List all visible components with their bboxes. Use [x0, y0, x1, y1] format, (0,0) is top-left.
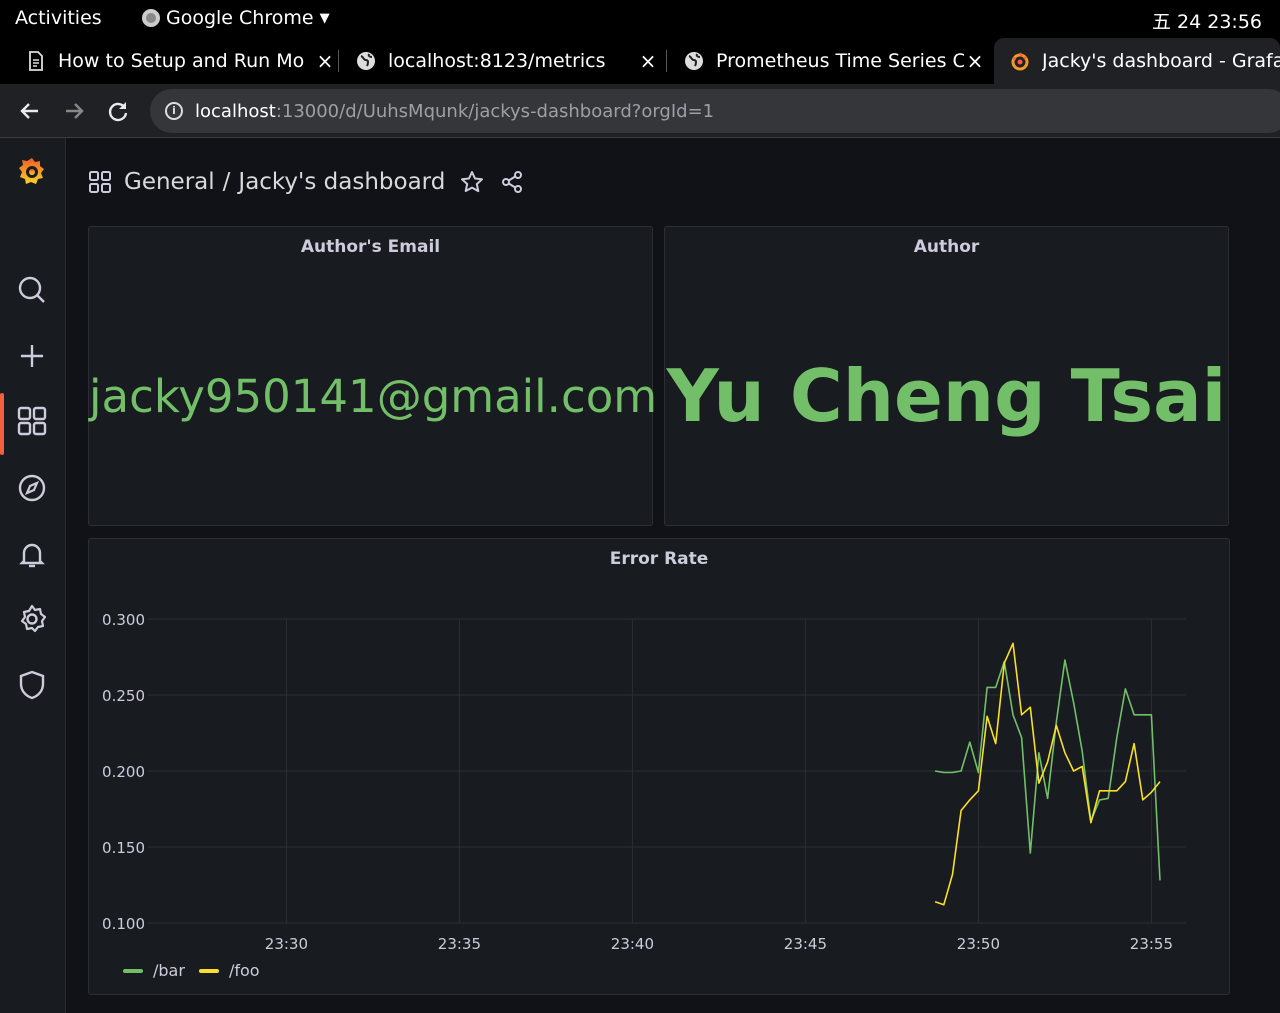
- url-path: :13000/d/UuhsMqunk/jackys-dashboard?orgI…: [275, 100, 715, 122]
- error-rate-chart[interactable]: 0.100 0.150 0.200 0.250 0.300 23:30 23:35 23:40…: [89, 539, 1229, 994]
- globe-icon: [685, 52, 703, 70]
- gear-icon[interactable]: [15, 602, 49, 636]
- x-tick-label: 23:55: [1130, 935, 1173, 953]
- panel-title[interactable]: Author's Email: [89, 237, 652, 257]
- browser-tab-active[interactable]: Jacky's dashboard - Grafa: [994, 38, 1280, 84]
- url-host: localhost: [195, 100, 276, 122]
- email-stat-panel[interactable]: Author's Email jacky950141@gmail.com: [88, 226, 658, 526]
- browser-toolbar: i localhost:13000/d/UuhsMqunk/jackys-das…: [0, 84, 1280, 138]
- clock[interactable]: 五 24 23:56: [1152, 7, 1262, 34]
- chrome-icon: [142, 9, 160, 27]
- tab-title: How to Setup and Run Mo: [58, 50, 305, 72]
- chevron-down-icon: ▼: [319, 10, 330, 26]
- browser-tab[interactable]: localhost:8123/metrics ×: [356, 38, 659, 84]
- dashboard-header: General / Jacky's dashboard: [88, 160, 525, 204]
- legend-label: /bar: [153, 961, 185, 980]
- x-tick-label: 23:40: [611, 935, 654, 953]
- x-tick-label: 23:50: [957, 935, 1000, 953]
- arrow-right-icon: [66, 103, 84, 119]
- y-tick-label: 0.200: [102, 763, 145, 781]
- forward-button[interactable]: [59, 96, 89, 126]
- globe-icon: [357, 52, 375, 70]
- breadcrumb-separator: /: [222, 169, 231, 195]
- tab-divider: [666, 50, 667, 72]
- legend-item-foo[interactable]: /foo: [198, 961, 260, 980]
- back-button[interactable]: [15, 96, 45, 126]
- legend-swatch: [123, 968, 143, 973]
- author-stat-value: Yu Cheng Tsai: [666, 354, 1227, 438]
- grafana-logo-icon[interactable]: [15, 154, 49, 188]
- tab-strip: How to Setup and Run Mo × localhost:8123…: [0, 38, 1280, 84]
- y-tick-label: 0.150: [102, 839, 145, 857]
- author-stat-panel[interactable]: Author Yu Cheng Tsai: [664, 226, 1229, 526]
- legend-item-bar[interactable]: /bar: [123, 961, 185, 980]
- x-tick-label: 23:45: [784, 935, 827, 953]
- email-stat-value: jacky950141@gmail.com: [89, 370, 658, 423]
- grafana-icon: [1011, 52, 1029, 71]
- close-icon[interactable]: ×: [637, 49, 659, 73]
- tab-title: Jacky's dashboard - Grafa: [1042, 50, 1280, 72]
- dashboards-icon: [89, 171, 111, 193]
- bell-icon[interactable]: [15, 537, 49, 571]
- share-icon[interactable]: [499, 169, 525, 195]
- search-icon[interactable]: [15, 273, 49, 307]
- browser-tab[interactable]: Prometheus Time Series C ×: [684, 38, 986, 84]
- compass-icon[interactable]: [15, 471, 49, 505]
- reload-button[interactable]: [103, 96, 133, 126]
- close-icon[interactable]: ×: [964, 49, 986, 73]
- active-indicator: [0, 393, 4, 455]
- address-bar[interactable]: i localhost:13000/d/UuhsMqunk/jackys-das…: [150, 89, 1280, 133]
- activities-button[interactable]: Activities: [15, 7, 102, 29]
- dashboard-title[interactable]: Jacky's dashboard: [238, 169, 445, 195]
- document-icon: [29, 51, 43, 71]
- app-name: Google Chrome: [166, 7, 314, 29]
- legend-label: /foo: [228, 961, 260, 980]
- plus-icon[interactable]: [15, 339, 49, 373]
- tab-divider: [338, 50, 339, 72]
- panel-title[interactable]: Author: [665, 237, 1228, 257]
- y-tick-label: 0.100: [102, 915, 145, 933]
- tab-title: Prometheus Time Series C: [716, 50, 964, 72]
- chart-legend: /bar /foo: [123, 961, 260, 980]
- grafana-sidebar: [0, 138, 66, 1013]
- browser-tab[interactable]: How to Setup and Run Mo ×: [26, 38, 336, 84]
- os-top-bar: Activities Google Chrome ▼ 五 24 23:56: [0, 0, 1280, 38]
- error-rate-panel[interactable]: Error Rate 0.100 0.150 0.200 0.250 0.300 23:3…: [88, 538, 1230, 995]
- x-tick-label: 23:35: [438, 935, 481, 953]
- dashboards-icon[interactable]: [15, 404, 49, 438]
- y-tick-label: 0.250: [102, 687, 145, 705]
- app-menu[interactable]: Google Chrome ▼: [142, 7, 330, 29]
- shield-icon[interactable]: [15, 668, 49, 702]
- reload-icon: [108, 102, 128, 122]
- breadcrumb-folder[interactable]: General: [124, 169, 215, 195]
- tab-title: localhost:8123/metrics: [388, 50, 606, 72]
- legend-swatch: [198, 968, 219, 973]
- x-tick-label: 23:30: [265, 935, 308, 953]
- y-tick-label: 0.300: [102, 611, 145, 629]
- info-icon[interactable]: i: [165, 102, 183, 120]
- series-line-foo[interactable]: [934, 642, 1161, 906]
- arrow-left-icon: [20, 103, 38, 119]
- close-icon[interactable]: ×: [314, 49, 336, 73]
- star-icon[interactable]: [459, 169, 485, 195]
